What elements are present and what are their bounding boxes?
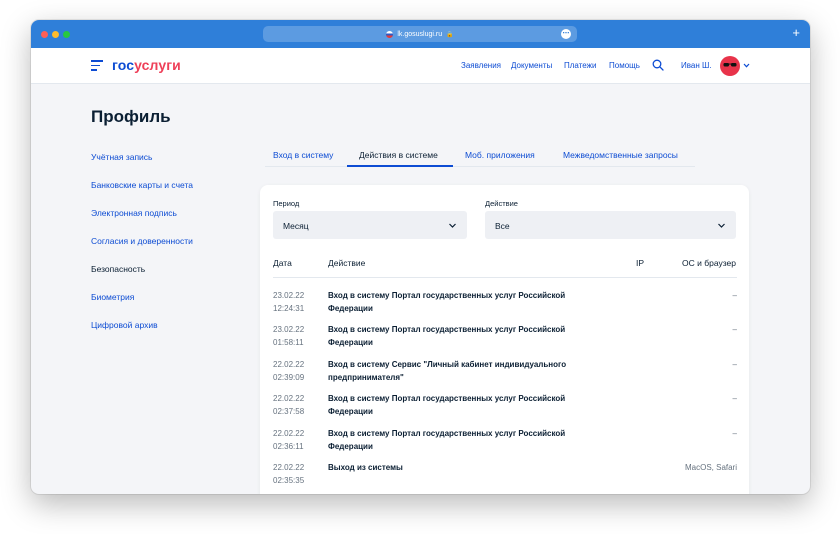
period-label: Период [273, 199, 300, 208]
tab-interagency-requests[interactable]: Межведомственные запросы [563, 150, 678, 160]
address-bar[interactable]: lk.gosuslugi.ru 🔒 ⋯ [263, 26, 577, 42]
period-value: Месяц [283, 221, 309, 231]
row-action: Выход из системы [328, 463, 403, 472]
sidebar-item-security[interactable]: Безопасность [91, 264, 145, 274]
row-os-browser: – [732, 291, 737, 300]
row-action: Вход в систему Сервис "Личный кабинет ин… [328, 360, 567, 382]
sunglasses-icon [723, 63, 737, 67]
browser-window: lk.gosuslugi.ru 🔒 ⋯ + госуслуги Заявлени… [31, 20, 810, 494]
tabs-divider [265, 166, 695, 167]
site-flag-icon [386, 30, 394, 38]
table-row: 22.02.22 02:37:58 Вход в систему Портал г… [273, 392, 737, 426]
column-header-action: Действие [328, 258, 366, 268]
table-row: 23.02.22 01:58:11 Вход в систему Портал г… [273, 323, 737, 357]
row-datetime: 22.02.22 02:39:09 [273, 360, 305, 382]
row-datetime: 22.02.22 02:37:58 [273, 394, 305, 416]
logo-part-gos: гос [112, 57, 135, 73]
table-row: 22.02.22 02:36:11 Вход в систему Портал г… [273, 427, 737, 461]
new-tab-button[interactable]: + [792, 25, 800, 41]
nav-applications[interactable]: Заявления [461, 61, 501, 70]
nav-documents[interactable]: Документы [511, 61, 552, 70]
sidebar-item-e-signature[interactable]: Электронная подпись [91, 208, 177, 218]
chevron-down-icon[interactable] [743, 62, 750, 69]
site-header: госуслуги Заявления Документы Платежи По… [31, 48, 810, 84]
lock-icon: 🔒 [446, 31, 454, 38]
logo-part-uslugi: услуги [134, 57, 181, 73]
row-os-browser: – [732, 429, 737, 438]
sidebar-item-account[interactable]: Учётная запись [91, 152, 153, 162]
avatar[interactable] [720, 56, 740, 76]
action-filter-select[interactable]: Все [485, 211, 736, 239]
row-os-browser: MacOS, Safari [684, 463, 737, 472]
row-os-browser: – [732, 325, 737, 334]
period-select[interactable]: Месяц [273, 211, 467, 239]
burger-menu-icon[interactable] [91, 60, 103, 74]
column-header-os-browser: ОС и браузер [682, 258, 736, 268]
row-datetime: 22.02.22 02:35:35 [273, 463, 305, 485]
active-tab-indicator [347, 165, 453, 167]
sidebar-item-bank-cards[interactable]: Банковские карты и счета [91, 180, 193, 190]
tab-login[interactable]: Вход в систему [273, 150, 333, 160]
nav-help[interactable]: Помощь [609, 61, 640, 70]
sidebar-item-biometrics[interactable]: Биометрия [91, 292, 134, 302]
action-filter-value: Все [495, 221, 510, 231]
user-name[interactable]: Иван Ш. [681, 61, 712, 70]
url-text: lk.gosuslugi.ru [397, 30, 443, 38]
table-row: 22.02.22 02:39:09 Вход в систему Сервис "… [273, 358, 737, 392]
row-action: Вход в систему Портал государственных ус… [328, 394, 566, 416]
row-action: Вход в систему Портал государственных ус… [328, 325, 566, 347]
search-icon[interactable] [652, 59, 664, 71]
more-options-icon[interactable]: ⋯ [561, 29, 571, 39]
sidebar-item-consents[interactable]: Согласия и доверенности [91, 236, 193, 246]
tab-mobile-apps[interactable]: Моб. приложения [465, 150, 535, 160]
chevron-down-icon [449, 223, 456, 228]
column-header-ip: IP [636, 258, 645, 268]
table-row: 22.02.22 02:35:35 Выход из системы MacOS,… [273, 461, 737, 494]
column-header-date: Дата [273, 258, 292, 268]
sidebar-item-digital-archive[interactable]: Цифровой архив [91, 320, 158, 330]
close-window-button[interactable] [41, 31, 48, 38]
minimize-window-button[interactable] [52, 31, 59, 38]
table-row: 23.02.22 12:24:31 Вход в систему Портал г… [273, 289, 737, 323]
row-action: Вход в систему Портал государственных ус… [328, 291, 566, 313]
row-datetime: 23.02.22 12:24:31 [273, 291, 305, 313]
page-title: Профиль [91, 107, 171, 126]
nav-payments[interactable]: Платежи [564, 61, 596, 70]
table-header-divider [273, 277, 737, 278]
chevron-down-icon [718, 223, 725, 228]
row-os-browser: – [732, 360, 737, 369]
site-logo[interactable]: госуслуги [112, 57, 181, 73]
row-action: Вход в систему Портал государственных ус… [328, 429, 566, 451]
tab-actions[interactable]: Действия в системе [359, 150, 438, 160]
action-filter-label: Действие [485, 199, 518, 208]
browser-titlebar: lk.gosuslugi.ru 🔒 ⋯ + [31, 20, 810, 48]
row-os-browser: – [732, 394, 737, 403]
maximize-window-button[interactable] [63, 31, 70, 38]
row-datetime: 23.02.22 01:58:11 [273, 325, 305, 347]
row-datetime: 22.02.22 02:36:11 [273, 429, 305, 451]
